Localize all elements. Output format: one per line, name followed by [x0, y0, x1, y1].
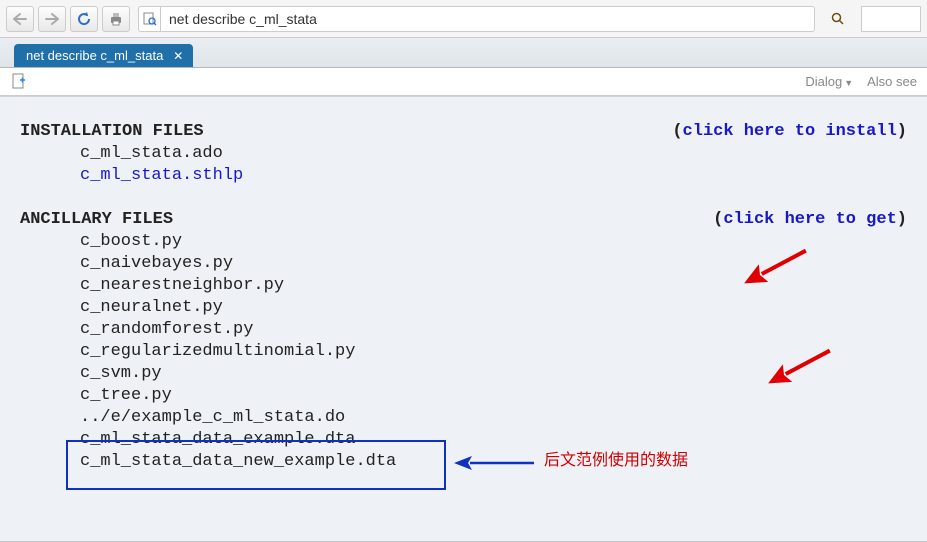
address-bar: [138, 6, 815, 32]
section-ancillary-title: ANCILLARY FILES: [20, 209, 173, 231]
tab-bar: net describe c_ml_stata ✕: [0, 38, 927, 68]
get-link-wrap: (click here to get): [713, 209, 907, 231]
find-icon: [138, 6, 160, 32]
arrow-blue-icon: [454, 453, 534, 473]
install-file-sthlp[interactable]: c_ml_stata.sthlp: [20, 165, 907, 187]
viewer-content: INSTALLATION FILES (click here to instal…: [0, 96, 927, 542]
section-installation-title: INSTALLATION FILES: [20, 121, 204, 143]
anc-file: c_regularizedmultinomial.py: [20, 341, 907, 363]
annotation-text: 后文范例使用的数据: [544, 450, 688, 472]
close-icon[interactable]: ✕: [171, 49, 185, 63]
print-button[interactable]: [102, 6, 130, 32]
also-see-menu[interactable]: Also see: [867, 74, 917, 89]
refresh-button[interactable]: [70, 6, 98, 32]
anc-file: c_randomforest.py: [20, 319, 907, 341]
anc-file: c_ml_stata_data_example.dta: [20, 429, 907, 451]
forward-button[interactable]: [38, 6, 66, 32]
tab-title: net describe c_ml_stata: [26, 48, 163, 63]
get-link[interactable]: click here to get: [723, 210, 896, 229]
anc-file: c_boost.py: [20, 231, 907, 253]
install-file-ado: c_ml_stata.ado: [20, 143, 907, 165]
tab-net-describe[interactable]: net describe c_ml_stata ✕: [14, 44, 193, 67]
install-link[interactable]: click here to install: [683, 122, 897, 141]
dialog-menu[interactable]: Dialog▼: [805, 74, 853, 89]
toolbar: [0, 0, 927, 38]
sub-toolbar: Dialog▼ Also see: [0, 68, 927, 96]
back-button[interactable]: [6, 6, 34, 32]
install-link-wrap: (click here to install): [672, 121, 907, 143]
anc-file: c_neuralnet.py: [20, 297, 907, 319]
search-icon[interactable]: [825, 6, 851, 32]
anc-file: ../e/example_c_ml_stata.do: [20, 407, 907, 429]
address-input[interactable]: [160, 6, 815, 32]
search-input[interactable]: [861, 6, 921, 32]
new-doc-icon[interactable]: [10, 73, 28, 91]
